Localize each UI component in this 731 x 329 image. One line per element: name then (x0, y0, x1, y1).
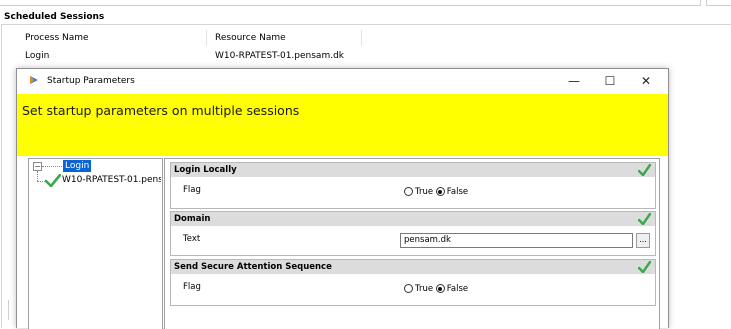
session-tree: − Login W10-RPATEST-01.pensam.dk (28, 158, 163, 329)
field-label: Text (183, 234, 201, 244)
group-domain: Domain Text pensam.dk ... (170, 211, 656, 256)
radio-false-label: False (446, 284, 469, 294)
tree-connector (42, 166, 62, 167)
dialog-titlebar[interactable]: Startup Parameters — ☐ ✕ (17, 69, 668, 93)
minimize-icon: — (568, 74, 580, 88)
radio-true[interactable]: True (404, 187, 433, 197)
top-panel-edge-right (706, 0, 731, 6)
cell-process-name[interactable]: Login (17, 48, 207, 64)
radio-true-circle[interactable] (404, 284, 413, 293)
group-header: Domain (171, 212, 655, 226)
column-header-resource-name[interactable]: Resource Name (207, 30, 362, 46)
group-header-label: Login Locally (174, 165, 237, 175)
tree-connector (37, 171, 38, 181)
ellipsis-button[interactable]: ... (636, 233, 650, 248)
close-icon: ✕ (640, 74, 652, 88)
banner: Set startup parameters on multiple sessi… (17, 94, 668, 156)
maximize-icon: ☐ (604, 74, 616, 88)
column-header-process-name[interactable]: Process Name (17, 30, 207, 46)
field-label: Flag (183, 185, 201, 195)
maximize-button[interactable]: ☐ (592, 69, 628, 93)
group-check-icon (638, 213, 651, 225)
field-label: Flag (183, 282, 201, 292)
expander-minus-icon[interactable]: − (33, 162, 42, 171)
radio-false[interactable]: False (435, 187, 469, 197)
group-send-secure-attention-sequence: Send Secure Attention Sequence Flag True… (170, 259, 656, 306)
dialog-title: Startup Parameters (47, 76, 135, 86)
radio-false[interactable]: False (435, 284, 469, 294)
group-header: Send Secure Attention Sequence (171, 260, 655, 274)
tree-item-resource[interactable]: W10-RPATEST-01.pensam.dk (62, 175, 161, 185)
group-header-label: Domain (174, 214, 211, 224)
radio-true-label: True (415, 187, 434, 197)
group-login-locally: Login Locally Flag True False (170, 162, 656, 209)
radio-true-circle[interactable] (404, 187, 413, 196)
tree-connector (37, 181, 45, 182)
radio-true-label: True (415, 284, 434, 294)
tree-item-login[interactable]: Login (63, 160, 92, 172)
domain-text-input[interactable]: pensam.dk (400, 233, 633, 248)
top-panel-edge (0, 0, 701, 6)
banner-text: Set startup parameters on multiple sessi… (22, 103, 300, 118)
tree-check-icon (45, 174, 61, 187)
flag-radio-group: True False (404, 284, 468, 294)
scroll-edge (8, 300, 9, 320)
scheduled-sessions-title: Scheduled Sessions (4, 12, 105, 22)
group-check-icon (638, 261, 651, 273)
minimize-button[interactable]: — (556, 69, 592, 93)
app-icon (30, 76, 38, 84)
radio-false-circle[interactable] (435, 187, 445, 196)
cell-resource-name[interactable]: W10-RPATEST-01.pensam.dk (207, 48, 407, 64)
parameters-panel: Login Locally Flag True False Domain Tex… (164, 158, 660, 329)
radio-true[interactable]: True (404, 284, 433, 294)
radio-false-circle[interactable] (435, 284, 445, 293)
radio-false-label: False (446, 187, 469, 197)
group-header: Login Locally (171, 163, 655, 177)
group-check-icon (638, 164, 651, 176)
group-header-label: Send Secure Attention Sequence (174, 262, 332, 272)
flag-radio-group: True False (404, 187, 468, 197)
close-button[interactable]: ✕ (628, 69, 664, 93)
startup-parameters-dialog: Startup Parameters — ☐ ✕ Set startup par… (16, 68, 669, 329)
